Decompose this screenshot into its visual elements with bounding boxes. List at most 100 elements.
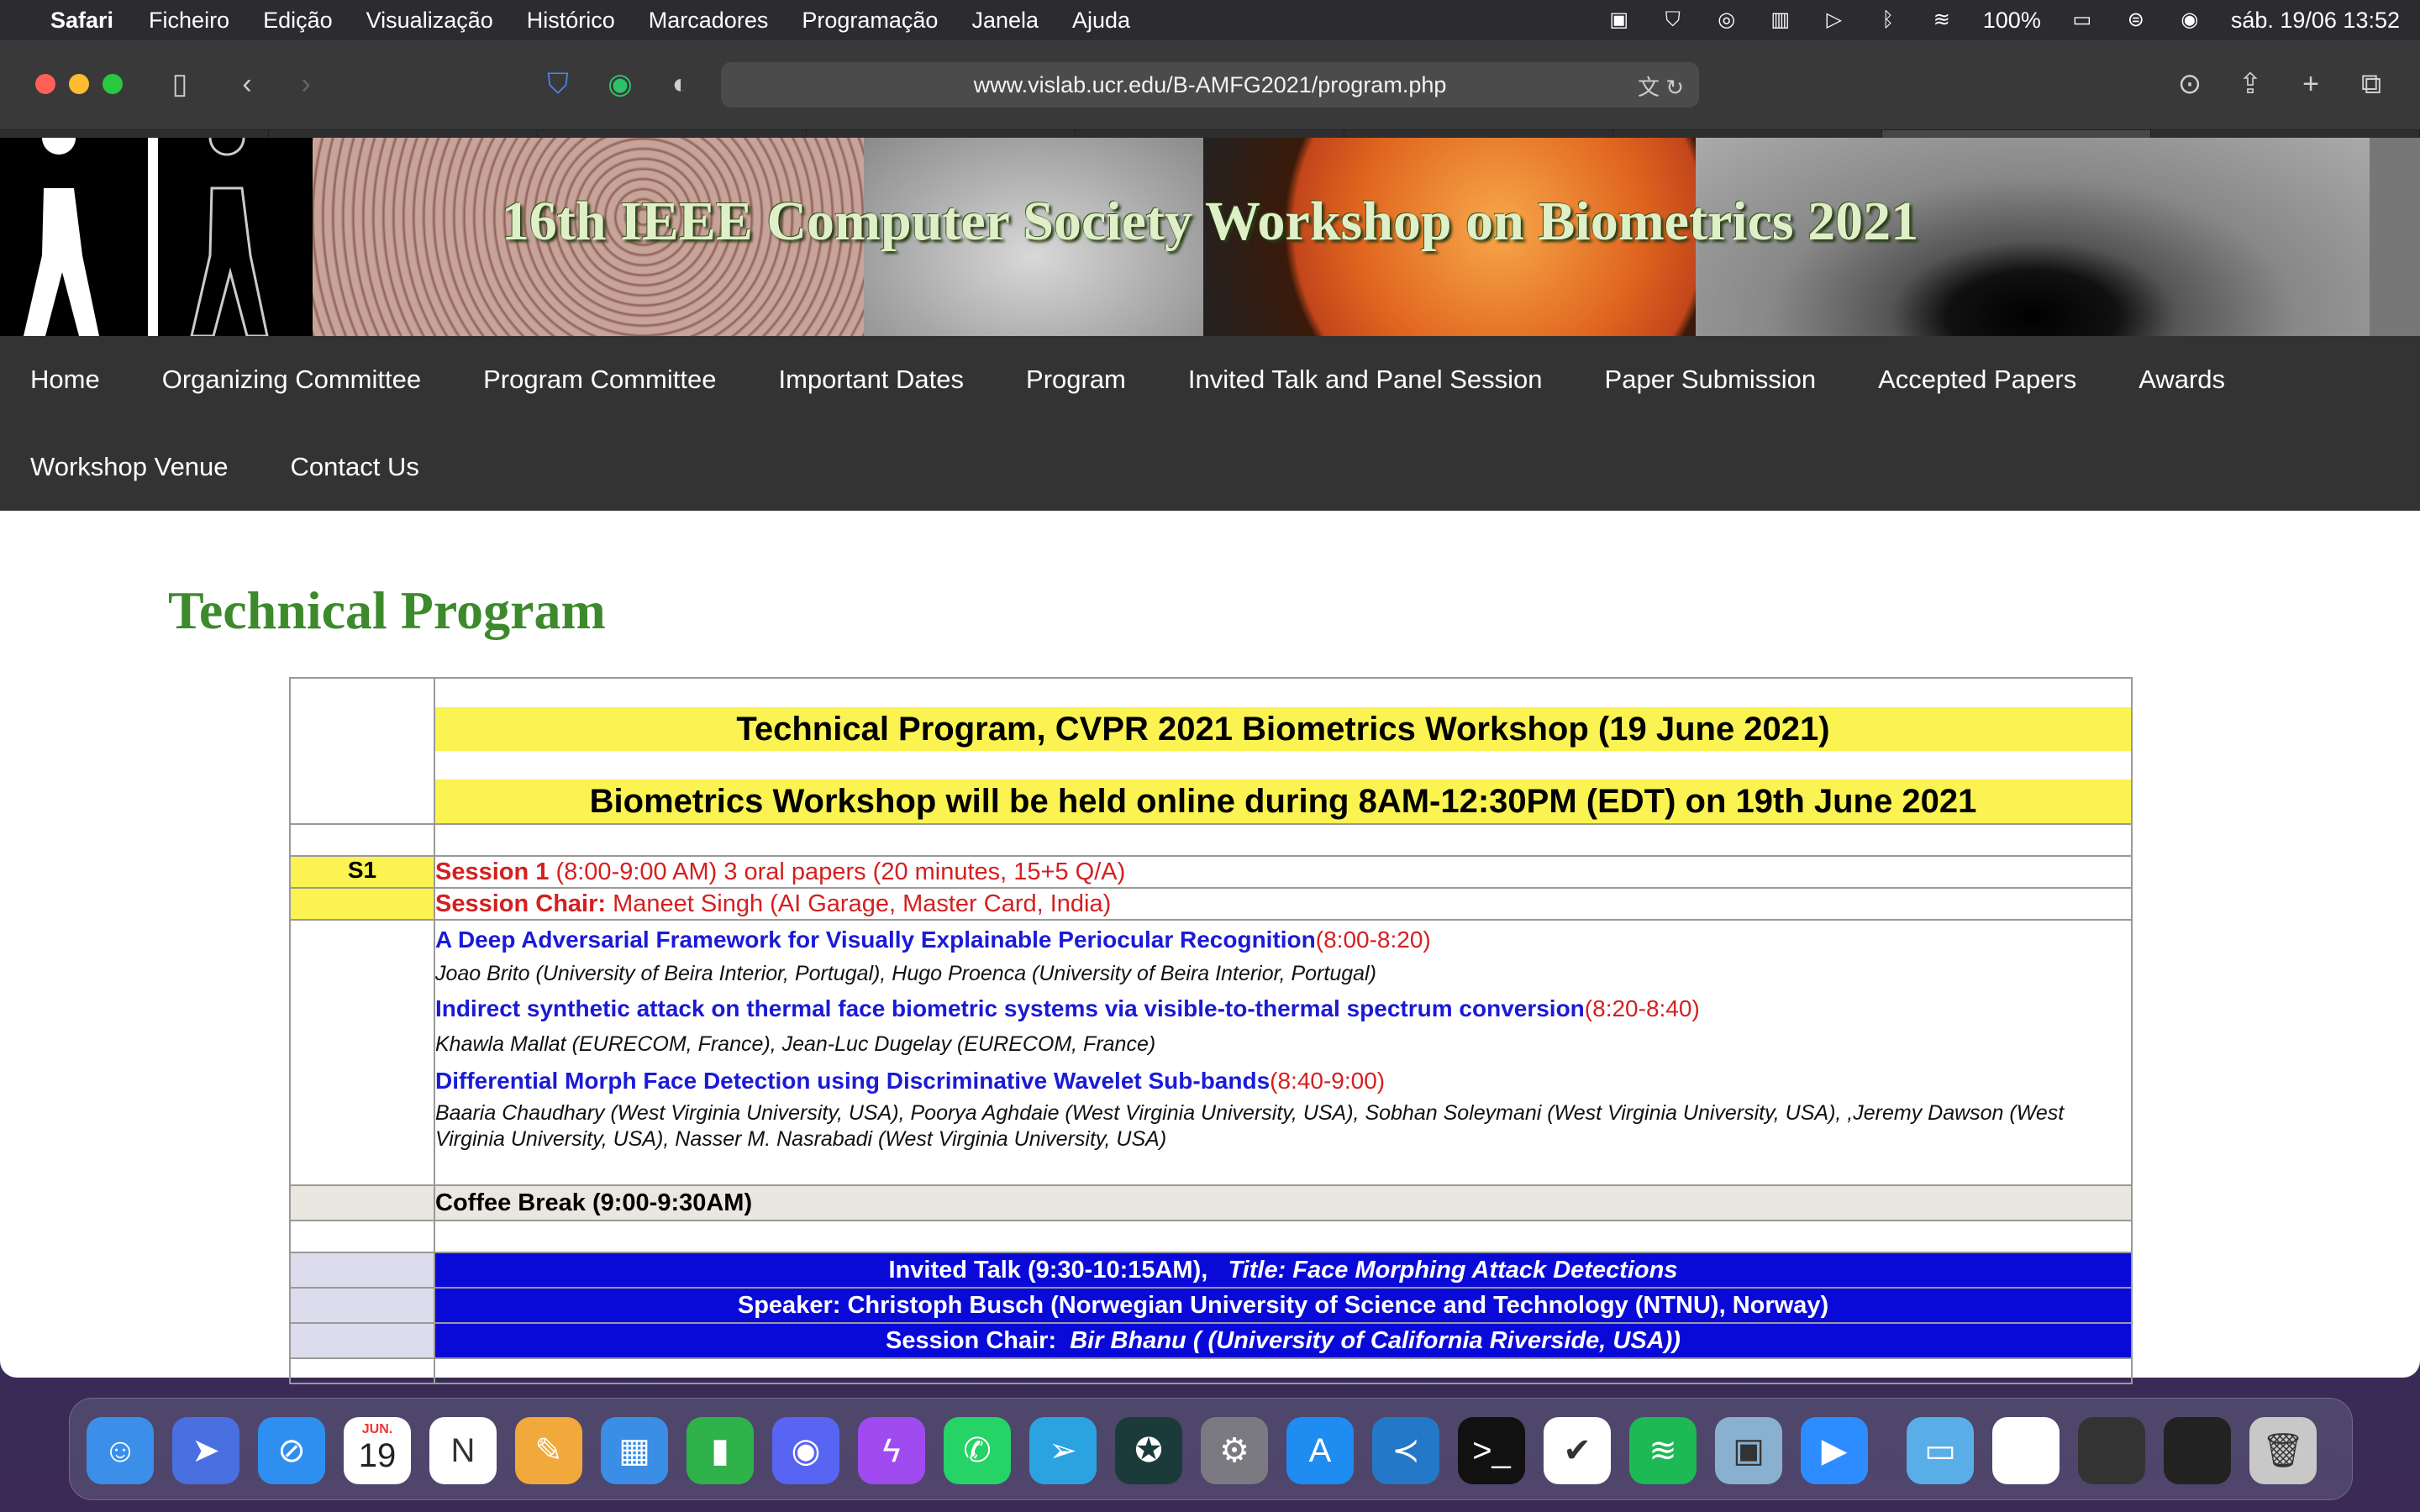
menu-programacao[interactable]: Programação bbox=[802, 8, 938, 34]
notion-icon[interactable]: N bbox=[429, 1417, 497, 1484]
close-window-button[interactable] bbox=[35, 74, 55, 94]
page-title: Technical Program bbox=[168, 580, 606, 640]
discord-icon[interactable]: ◉ bbox=[772, 1417, 839, 1484]
translate-reload-icon[interactable]: 文 ↻ bbox=[1638, 71, 1684, 102]
page-content: Technical Program Technical Program, CVP… bbox=[0, 511, 2420, 1384]
preview-icon[interactable]: ▣ bbox=[1715, 1417, 1782, 1484]
spotify-icon[interactable]: ≋ bbox=[1629, 1417, 1697, 1484]
zoom-status-icon[interactable]: ▣ bbox=[1607, 9, 1632, 31]
nav-link-accepted-papers[interactable]: Accepted Papers bbox=[1878, 365, 2076, 395]
siri-icon[interactable]: ◉ bbox=[2177, 9, 2202, 31]
numbers-icon[interactable]: ▮ bbox=[687, 1417, 754, 1484]
wifi-icon[interactable]: ≋ bbox=[1929, 9, 1954, 31]
paper-authors: Baaria Chaudhary (West Virginia Universi… bbox=[435, 1101, 2065, 1151]
launchpad-icon[interactable]: ➤ bbox=[172, 1417, 239, 1484]
nav-link-workshop-venue[interactable]: Workshop Venue bbox=[30, 452, 229, 482]
table-cell-empty bbox=[289, 1322, 435, 1359]
nav-link-contact-us[interactable]: Contact Us bbox=[291, 452, 419, 482]
media-play-icon[interactable]: ▷ bbox=[1822, 9, 1847, 31]
window-thumb-3-icon[interactable] bbox=[2164, 1417, 2231, 1484]
table-cell-empty bbox=[289, 1220, 435, 1253]
back-arrow-icon[interactable]: ‹ bbox=[229, 66, 266, 102]
pages-icon[interactable]: ✎ bbox=[515, 1417, 582, 1484]
nav-link-program-committee[interactable]: Program Committee bbox=[483, 365, 716, 395]
finder-icon[interactable]: ☺ bbox=[87, 1417, 154, 1484]
minimize-window-button[interactable] bbox=[69, 74, 89, 94]
coffee-break: Coffee Break (9:00-9:30AM) bbox=[434, 1184, 2133, 1221]
paper-title-line: Differential Morph Face Detection using … bbox=[435, 1062, 2131, 1100]
nav-link-important-dates[interactable]: Important Dates bbox=[778, 365, 964, 395]
share-icon[interactable]: ⇪ bbox=[2232, 66, 2269, 102]
menu-ajuda[interactable]: Ajuda bbox=[1072, 8, 1130, 34]
nav-link-program[interactable]: Program bbox=[1026, 365, 1126, 395]
privacy-shield-icon[interactable]: ◐ bbox=[662, 66, 699, 102]
window-thumb-2-icon[interactable] bbox=[2078, 1417, 2145, 1484]
app-store-icon[interactable]: A bbox=[1286, 1417, 1354, 1484]
menu-janela[interactable]: Janela bbox=[971, 8, 1039, 34]
paper-time: (8:00-8:20) bbox=[1315, 927, 1431, 953]
paper-title-link[interactable]: Indirect synthetic attack on thermal fac… bbox=[435, 995, 1585, 1021]
table-cell-empty bbox=[434, 823, 2133, 857]
paper-title-link[interactable]: Differential Morph Face Detection using … bbox=[435, 1068, 1270, 1094]
invited-talk-time: Invited Talk (9:30-10:15AM), bbox=[888, 1257, 1228, 1284]
telegram-icon[interactable]: ➢ bbox=[1029, 1417, 1097, 1484]
menu-ficheiro[interactable]: Ficheiro bbox=[149, 8, 229, 34]
session-detail: (8:00-9:00 AM) 3 oral papers (20 minutes… bbox=[549, 858, 1126, 885]
trash-icon[interactable]: 🗑 bbox=[2249, 1417, 2317, 1484]
invited-talk-chair-name: Bir Bhanu ( (University of California Ri… bbox=[1070, 1327, 1681, 1354]
downloads-icon[interactable]: ⊙ bbox=[2171, 66, 2208, 102]
control-center-icon[interactable]: ⊜ bbox=[2123, 9, 2149, 31]
nav-link-organizing-committee[interactable]: Organizing Committee bbox=[162, 365, 421, 395]
sidebar-toggle-icon[interactable]: ▯ bbox=[161, 66, 198, 102]
downloads-folder-icon[interactable]: ▭ bbox=[1907, 1417, 1974, 1484]
new-tab-icon[interactable]: + bbox=[2292, 66, 2329, 102]
nav-row-2: Workshop Venue Contact Us bbox=[0, 423, 2420, 511]
program-heading: Technical Program, CVPR 2021 Biometrics … bbox=[435, 707, 2131, 751]
calendar-icon[interactable]: JUN. 19 bbox=[344, 1417, 411, 1484]
grammarly-status-icon[interactable]: ◎ bbox=[1714, 9, 1739, 31]
nav-link-awards[interactable]: Awards bbox=[2139, 365, 2225, 395]
battery-icon[interactable]: ▭ bbox=[2070, 9, 2095, 31]
session-id: S1 bbox=[289, 855, 435, 889]
dock: ☺ ➤ ⊘ JUN. 19 N ✎ ▦ ▮ ◉ ϟ ✆ ➢ ✪ ⚙ A ≺ >_ ✔ ≋ ▣ ▶ ▭ 🗑 bbox=[69, 1398, 2353, 1500]
menu-edicao[interactable]: Edição bbox=[263, 8, 333, 34]
forward-arrow-icon[interactable]: › bbox=[287, 66, 324, 102]
vscode-icon[interactable]: ≺ bbox=[1372, 1417, 1439, 1484]
zoom-icon[interactable]: ▶ bbox=[1801, 1417, 1868, 1484]
table-cell-empty bbox=[289, 823, 435, 857]
nav-link-invited-talk-and-panel-session[interactable]: Invited Talk and Panel Session bbox=[1188, 365, 1543, 395]
terminal-icon[interactable]: >_ bbox=[1458, 1417, 1525, 1484]
table-cell-empty bbox=[289, 677, 435, 825]
menu-visualizacao[interactable]: Visualização bbox=[366, 8, 493, 34]
tab-overview-icon[interactable]: ⧉ bbox=[2353, 66, 2390, 102]
site-navigation: Home Organizing Committee Program Committe… bbox=[0, 336, 2420, 511]
nav-link-paper-submission[interactable]: Paper Submission bbox=[1605, 365, 1817, 395]
messenger-icon[interactable]: ϟ bbox=[858, 1417, 925, 1484]
menu-historico[interactable]: Histórico bbox=[527, 8, 615, 34]
menu-marcadores[interactable]: Marcadores bbox=[649, 8, 769, 34]
address-bar[interactable]: www.vislab.ucr.edu/B-AMFG2021/program.ph… bbox=[721, 62, 1699, 108]
keynote-icon[interactable]: ▦ bbox=[601, 1417, 668, 1484]
vpn-shield-icon[interactable]: ⛉ bbox=[1660, 9, 1686, 31]
url-text: www.vislab.ucr.edu/B-AMFG2021/program.ph… bbox=[973, 71, 1447, 97]
program-header-cell: Technical Program, CVPR 2021 Biometrics … bbox=[434, 677, 2133, 825]
nav-link-home[interactable]: Home bbox=[30, 365, 100, 395]
fullscreen-window-button[interactable] bbox=[103, 74, 123, 94]
bitwarden-extension-icon[interactable]: ⛉ bbox=[539, 66, 576, 102]
table-cell-empty bbox=[289, 1252, 435, 1289]
app-menu[interactable]: Safari bbox=[50, 8, 113, 34]
session-label: Session 1 bbox=[435, 858, 550, 885]
paper-title-link[interactable]: A Deep Adversarial Framework for Visuall… bbox=[435, 927, 1316, 953]
whatsapp-icon[interactable]: ✆ bbox=[944, 1417, 1011, 1484]
clock[interactable]: sáb. 19/06 13:52 bbox=[2231, 8, 2400, 34]
system-preferences-icon[interactable]: ⚙ bbox=[1201, 1417, 1268, 1484]
window-thumb-1-icon[interactable] bbox=[1992, 1417, 2060, 1484]
grammarly-extension-icon[interactable]: ◉ bbox=[602, 66, 639, 102]
gitkraken-icon[interactable]: ✪ bbox=[1115, 1417, 1182, 1484]
window-manager-icon[interactable]: ▥ bbox=[1768, 9, 1793, 31]
session-chair-name: Maneet Singh (AI Garage, Master Card, In… bbox=[606, 890, 1112, 917]
safari-icon[interactable]: ⊘ bbox=[258, 1417, 325, 1484]
invited-talk-chair-row: Session Chair: Bir Bhanu ( (University o… bbox=[434, 1322, 2133, 1359]
bluetooth-icon[interactable]: ᛒ bbox=[1876, 9, 1901, 31]
todoist-icon[interactable]: ✔ bbox=[1544, 1417, 1611, 1484]
